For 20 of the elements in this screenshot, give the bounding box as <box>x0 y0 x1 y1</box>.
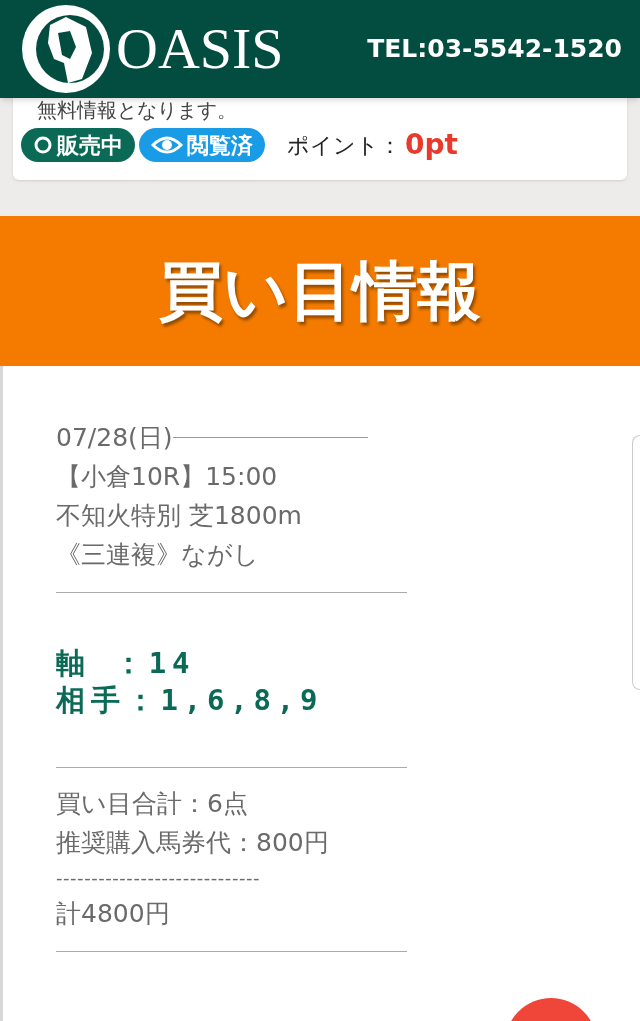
race-info: 不知火特別 芝1800m <box>56 500 303 532</box>
eye-icon <box>151 135 183 155</box>
points-label: ポイント： <box>287 131 401 160</box>
dashed-separator: ----------------------------- <box>56 866 262 890</box>
race-date: 07/28(日) <box>56 422 173 454</box>
pick-numbers: 軸 ：14 <box>56 645 197 682</box>
total-amount: 計4800円 <box>56 898 171 930</box>
race-info: 《三連複》ながし <box>56 539 260 571</box>
free-info-note: 無料情報となります。 <box>36 98 238 122</box>
logo-text: OASIS <box>116 20 284 78</box>
summary-line: 推奨購入馬券代：800円 <box>56 827 330 859</box>
status-badge: 販売中 <box>21 128 135 162</box>
summary-line: 買い目合計：6点 <box>56 788 249 820</box>
status-badge: 閲覧済 <box>139 128 265 162</box>
race-info: 【小倉10R】15:00 <box>56 461 279 493</box>
title-banner: 買い目情報 <box>0 216 640 366</box>
phone-number: TEL:03-5542-1520 <box>367 33 622 66</box>
points-value: 0pt <box>405 127 458 163</box>
pick-numbers: 相手：1,6,8,9 <box>56 682 325 719</box>
circle-icon <box>33 135 53 155</box>
